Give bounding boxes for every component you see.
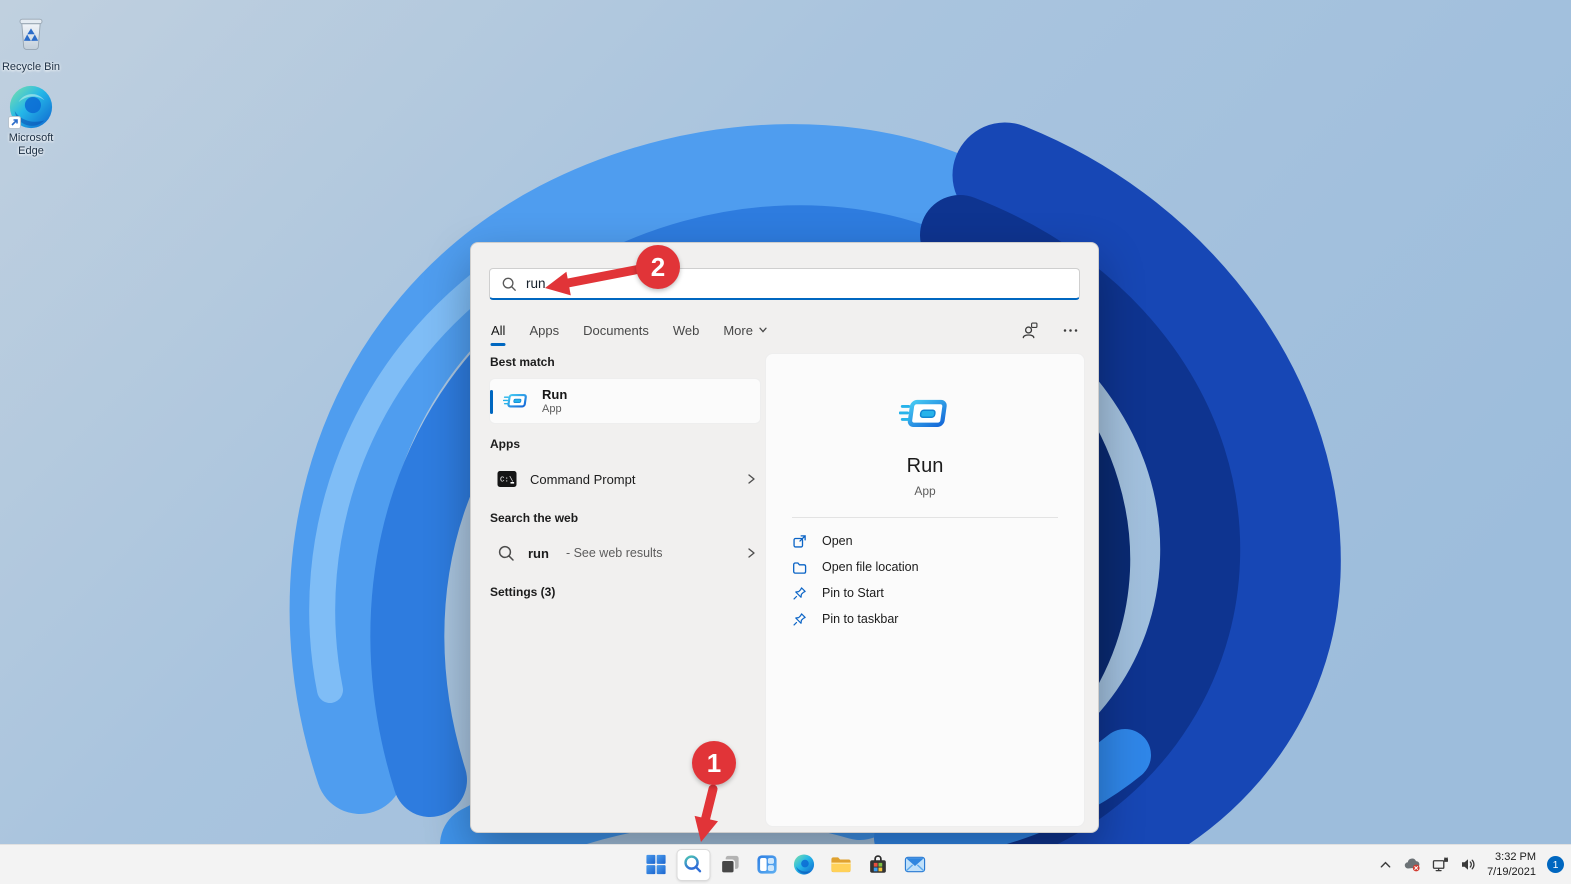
desktop-icon-recycle-bin[interactable]: Recycle Bin [0,10,70,74]
search-results-list: Best match Run App Apps C:\ Command Prom… [489,355,761,608]
onedrive-error-icon[interactable] [1403,857,1421,872]
action-open[interactable]: Open [792,528,1058,554]
search-box[interactable] [489,268,1080,300]
taskbar-task-view-button[interactable] [713,849,747,881]
volume-icon[interactable] [1460,857,1476,872]
windows-desktop: Recycle Bin Microsoft Edge run All Apps … [0,0,1571,884]
annotation-step-1: 1 [692,741,736,785]
chevron-down-icon [758,325,768,335]
annotation-step-2: 2 [636,245,680,289]
section-header-apps: Apps [490,437,520,451]
taskbar-clock[interactable]: 3:32 PM 7/19/2021 [1487,850,1536,880]
divider [792,517,1058,518]
taskbar-edge-button[interactable] [787,849,821,881]
result-run-best-match[interactable]: Run App [489,378,761,424]
result-command-prompt[interactable]: C:\ Command Prompt [489,460,761,498]
search-flyout: All Apps Documents Web More [470,242,1099,833]
command-prompt-icon: C:\ [497,469,517,489]
file-explorer-icon [831,857,851,873]
edge-icon [793,854,815,875]
chevron-up-icon[interactable] [1379,858,1392,871]
action-open-file-location[interactable]: Open file location [792,554,1058,580]
pin-icon [792,586,807,601]
section-header-settings: Settings (3) [490,585,556,599]
desktop-icon-label: Microsoft Edge [8,132,54,157]
tray-date: 7/19/2021 [1487,865,1536,878]
microsoft-store-icon [870,855,886,873]
task-view-icon [720,855,739,874]
section-header-web: Search the web [490,511,579,525]
chevron-right-icon[interactable] [745,473,757,485]
search-filter-tabs: All Apps Documents Web More [490,316,1078,346]
widgets-icon [757,855,777,874]
notification-badge[interactable]: 1 [1547,856,1564,873]
taskbar-mail-button[interactable] [898,849,932,881]
taskbar: 3:32 PM 7/19/2021 1 [0,844,1571,884]
result-note: - See web results [565,546,663,560]
edge-icon [8,84,54,130]
run-app-icon [503,388,529,414]
tab-apps[interactable]: Apps [529,323,559,338]
tab-more[interactable]: More [723,323,768,338]
taskbar-file-explorer-button[interactable] [824,849,858,881]
recycle-bin-icon [9,10,53,59]
open-icon [792,534,807,549]
folder-icon [792,560,807,575]
section-header-best-match: Best match [490,355,555,369]
tab-documents[interactable]: Documents [583,323,649,338]
taskbar-start-button[interactable] [639,849,673,881]
shortcut-arrow-icon [8,116,21,129]
tab-web[interactable]: Web [673,323,700,338]
result-title: Run [542,387,568,402]
desktop-icon-microsoft-edge[interactable]: Microsoft Edge [0,84,70,157]
selection-accent-bar [490,390,493,414]
result-web-run[interactable]: run - See web results [489,534,761,572]
pin-icon [792,612,807,627]
more-options-icon[interactable] [1063,328,1078,333]
taskbar-widgets-button[interactable] [750,849,784,881]
chevron-right-icon[interactable] [745,547,757,559]
account-icon[interactable] [1020,321,1039,340]
action-pin-to-taskbar[interactable]: Pin to taskbar [792,606,1058,632]
result-subtitle: App [542,403,562,415]
system-tray: 3:32 PM 7/19/2021 1 [1379,845,1564,884]
detail-subtitle: App [914,484,936,498]
taskbar-search-button[interactable] [676,848,710,881]
desktop-icon-label: Recycle Bin [1,61,61,73]
search-input[interactable] [526,276,1068,291]
action-pin-to-start[interactable]: Pin to Start [792,580,1058,606]
search-icon [501,276,517,292]
taskbar-store-button[interactable] [861,849,895,881]
active-tab-underline [490,342,506,346]
network-icon[interactable] [1432,857,1449,872]
search-icon [497,544,515,562]
windows-start-icon [646,854,666,875]
mail-icon [904,856,926,873]
result-detail-panel: Run App Open Open file location Pin to S… [765,353,1085,827]
tray-time: 3:32 PM [1495,850,1536,863]
search-icon [684,855,702,873]
detail-title: Run [906,455,944,477]
tab-all[interactable]: All [490,323,506,346]
run-app-icon-large [766,388,1084,440]
